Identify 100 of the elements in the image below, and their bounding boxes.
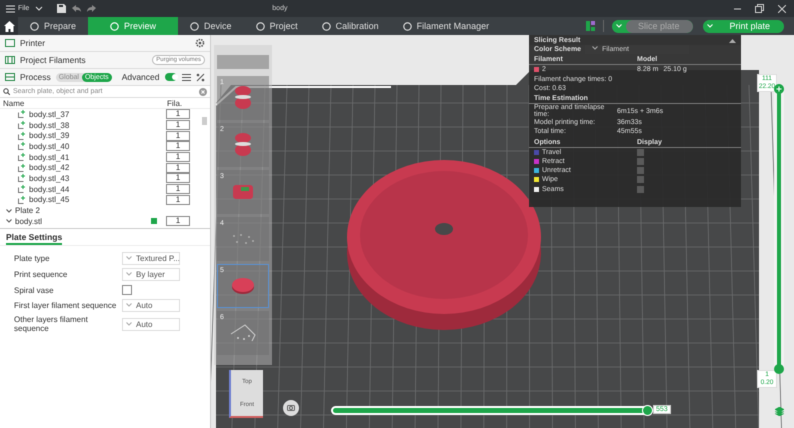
settings-icon[interactable] (195, 38, 205, 48)
move-slider[interactable] (331, 406, 651, 415)
circle-icon (110, 22, 120, 30)
printer-icon (5, 39, 15, 47)
filament-field[interactable]: 1 (166, 141, 190, 152)
tree-item[interactable]: body.stl_40 (29, 142, 70, 151)
caret-icon[interactable] (6, 208, 12, 214)
slider-handle[interactable] (774, 364, 784, 374)
advanced-label: Advanced (122, 72, 160, 82)
column-header: Name (3, 98, 26, 108)
filament-field[interactable]: 1 (166, 194, 190, 205)
caret-icon (707, 24, 714, 28)
tree-item[interactable]: body.stl_42 (29, 163, 70, 172)
circle-icon (30, 22, 39, 30)
caret-icon (126, 272, 132, 276)
process-icon (5, 73, 15, 81)
save-icon[interactable] (57, 4, 66, 13)
part-icon (18, 196, 26, 204)
process-label: Process (20, 72, 51, 82)
main-tab[interactable]: Project (244, 17, 310, 35)
setting-label: First layer filament sequence (14, 301, 118, 310)
main-tab[interactable]: Filament Manager (390, 17, 502, 35)
close-icon[interactable] (778, 4, 786, 12)
part-icon (18, 185, 26, 194)
filament-field[interactable]: 1 (166, 130, 190, 141)
caret-icon (126, 322, 132, 326)
main-tab[interactable]: Device (178, 17, 244, 35)
display-checkbox[interactable] (637, 176, 644, 184)
tree-item[interactable]: body.stl_37 (29, 110, 70, 119)
tree-item[interactable]: body.stl (15, 216, 42, 226)
circle-icon (402, 22, 412, 30)
filament-field[interactable]: 1 (166, 216, 190, 226)
plates-icon[interactable] (586, 21, 595, 31)
filament-field[interactable]: 1 (166, 120, 190, 130)
tree-item[interactable]: body.stl_44 (29, 184, 70, 194)
clear-icon[interactable] (199, 88, 207, 96)
filament-field[interactable]: 1 (166, 152, 190, 162)
slider-handle[interactable] (774, 84, 784, 94)
redo-icon[interactable] (87, 5, 96, 12)
tree-item[interactable]: body.stl_43 (29, 174, 70, 183)
filament-field[interactable]: 1 (166, 173, 190, 184)
tree-item[interactable]: Plate 2 (15, 206, 40, 216)
filament-field[interactable]: 1 (166, 109, 190, 120)
display-checkbox[interactable] (637, 148, 644, 156)
setting-select[interactable]: By layer (122, 268, 180, 281)
tree-item[interactable]: body.stl_45 (29, 195, 70, 204)
tree-item[interactable]: body.stl_39 (29, 131, 70, 140)
main-tab[interactable]: Calibration (310, 17, 391, 35)
display-checkbox[interactable] (637, 158, 644, 165)
collapse-icon[interactable] (729, 38, 736, 42)
search-icon (3, 88, 10, 95)
caret-icon (616, 24, 622, 28)
setting-select[interactable]: Auto (122, 299, 180, 312)
scrollbar[interactable] (202, 117, 207, 125)
restore-icon[interactable] (755, 4, 764, 13)
main-tab[interactable]: Prepare (18, 17, 88, 35)
undo-icon[interactable] (72, 5, 82, 12)
filament-field[interactable]: 1 (166, 184, 190, 194)
filaments-label: Project Filaments (20, 55, 86, 65)
display-checkbox[interactable] (637, 167, 644, 174)
column-header: Fila. (167, 98, 184, 108)
filament-icon (5, 56, 15, 64)
printer-label[interactable]: Printer (20, 38, 46, 48)
percent-icon[interactable] (196, 72, 205, 82)
tree-item[interactable]: body.stl_38 (29, 120, 70, 130)
circle-icon (322, 22, 331, 30)
object-badge (151, 218, 157, 224)
caret-icon (592, 46, 598, 50)
part-icon (18, 142, 26, 150)
plate-thumbnail[interactable] (217, 55, 269, 69)
part-icon (18, 153, 26, 162)
setting-select[interactable]: Auto (122, 318, 180, 330)
setting-label: Print sequence (14, 270, 68, 279)
layer-slider[interactable] (774, 84, 784, 374)
home-button[interactable] (0, 17, 18, 35)
part-icon (18, 164, 26, 172)
filament-field[interactable]: 1 (166, 162, 190, 173)
camera-icon[interactable] (283, 400, 299, 416)
home-icon (4, 20, 14, 32)
tree-item[interactable]: body.stl_41 (29, 152, 70, 162)
caret-icon (126, 256, 132, 260)
caret-icon (126, 303, 132, 307)
caret-icon[interactable] (6, 218, 12, 224)
setting-checkbox[interactable] (122, 285, 132, 295)
setting-label: Other layers filament sequence (14, 315, 89, 333)
setting-label: Spiral vase (14, 286, 55, 294)
display-checkbox[interactable] (637, 186, 644, 193)
menu-icon[interactable] (6, 4, 15, 12)
setting-select[interactable]: Textured P... (122, 252, 180, 265)
advanced-switch[interactable] (164, 73, 177, 81)
circle-icon (190, 22, 200, 30)
part-icon (18, 110, 26, 118)
part-icon (18, 132, 26, 140)
part-icon (18, 174, 26, 182)
plate-settings-tab[interactable]: Plate Settings (6, 232, 62, 245)
minimize-icon[interactable] (734, 8, 741, 10)
list-icon[interactable] (182, 74, 191, 80)
layers-icon[interactable] (775, 407, 784, 416)
part-icon (18, 121, 26, 130)
setting-label: Plate type (14, 254, 51, 263)
